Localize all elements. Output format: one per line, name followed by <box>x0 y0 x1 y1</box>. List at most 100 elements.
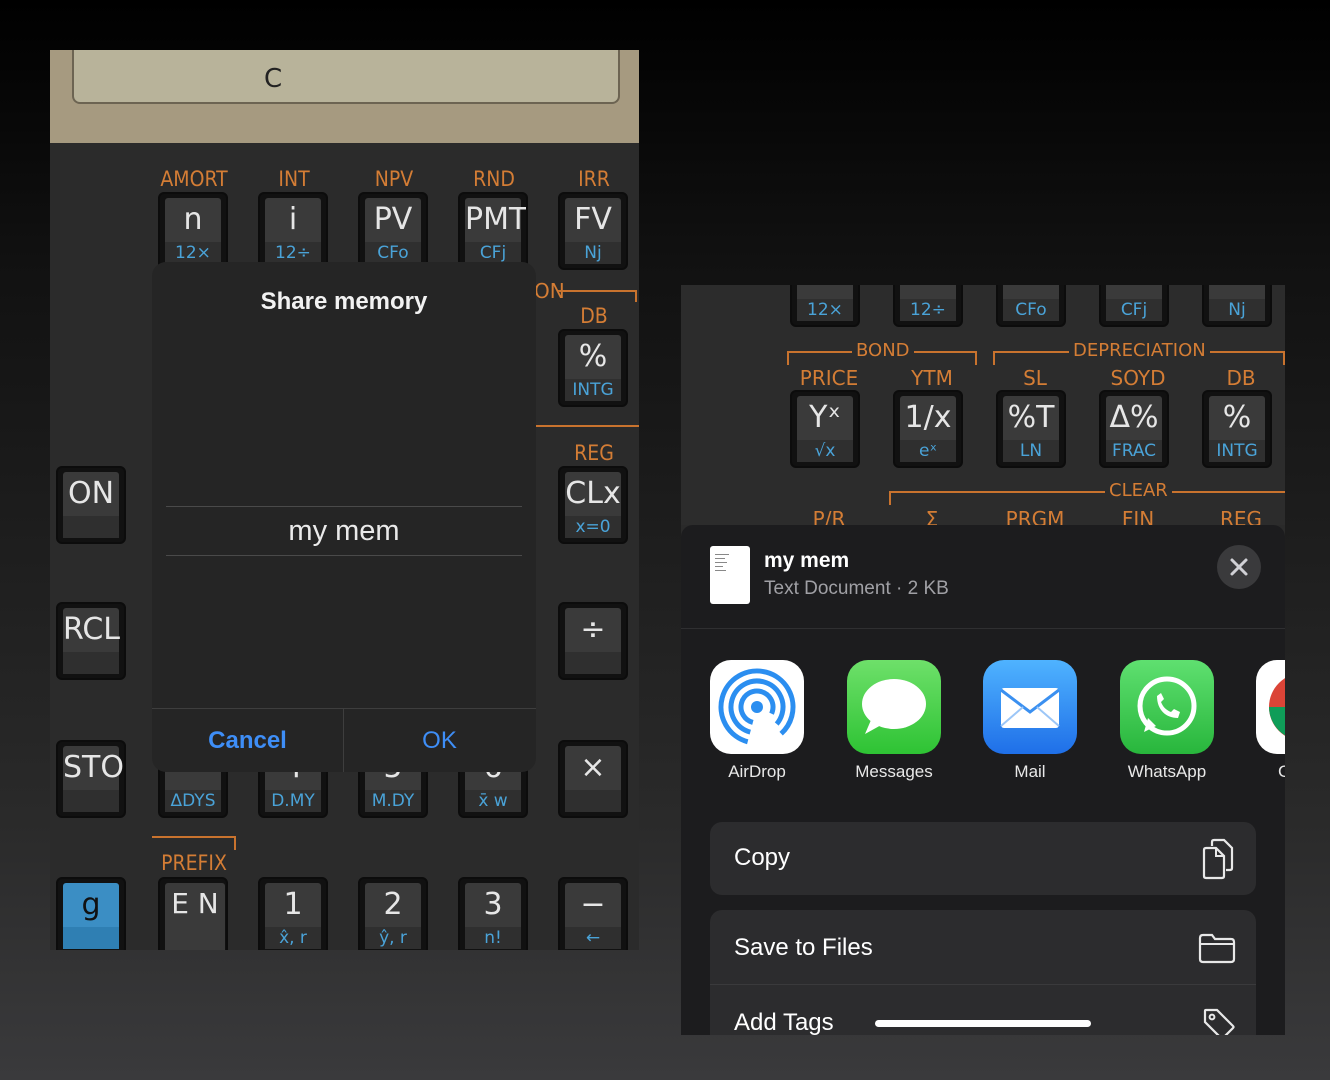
rkey-percent-total[interactable]: %T LN <box>996 390 1066 468</box>
key-n[interactable]: n 12× <box>158 192 228 270</box>
right-screen: 12× 12÷ CFo CFj Nj BOND DEPRECIATION PRI… <box>681 285 1285 1035</box>
key-pmt[interactable]: PMT CFj <box>458 192 528 270</box>
cancel-button[interactable]: Cancel <box>152 709 343 772</box>
key-on[interactable]: ON <box>56 466 126 544</box>
label-db: DB <box>1226 366 1256 390</box>
rkey-yx-sub: √x <box>797 440 853 462</box>
rkey-delta-percent[interactable]: Δ% FRAC <box>1099 390 1169 468</box>
app-airdrop[interactable]: AirDrop <box>710 660 804 782</box>
fn-label-amort: AMORT <box>160 167 228 191</box>
bracket-line-reg <box>536 425 639 427</box>
memory-name-field[interactable]: my mem <box>166 506 522 556</box>
key-minus[interactable]: − ← <box>558 877 628 950</box>
key-i-main: i <box>265 198 321 242</box>
key-clx-main: CLx <box>565 472 621 516</box>
key-1[interactable]: 1 x̂, r <box>258 877 328 950</box>
app-mail[interactable]: Mail <box>983 660 1077 782</box>
key-i[interactable]: i 12÷ <box>258 192 328 270</box>
app-chrome[interactable]: C <box>1256 660 1285 782</box>
document-meta: Text Document · 2 KB <box>764 578 949 599</box>
rkey-percent[interactable]: % INTG <box>1202 390 1272 468</box>
rkey-pv-main <box>1003 285 1059 299</box>
copy-action[interactable]: Copy <box>710 822 1256 895</box>
key-enter-sub: ΔDYS <box>165 790 221 812</box>
key-g-sub <box>63 927 119 949</box>
key-multiply-sub <box>565 790 621 812</box>
rkey-percent-total-main: %T <box>1003 396 1059 440</box>
rkey-i-main <box>900 285 956 299</box>
folder-icon <box>1198 933 1236 964</box>
rkey-n[interactable]: 12× <box>790 285 860 327</box>
fn-label-rnd: RND <box>473 167 515 191</box>
key-3-main: 3 <box>465 883 521 927</box>
key-divide-main: ÷ <box>565 608 621 652</box>
copy-icon <box>1202 838 1234 880</box>
bracket-clear <box>889 491 1285 505</box>
key-enter-tall-main: E N <box>165 883 225 950</box>
fn-label-int: INT <box>278 167 310 191</box>
key-rcl-main: RCL <box>63 608 120 652</box>
key-rcl[interactable]: RCL <box>56 602 126 680</box>
add-tags-action[interactable]: Add Tags <box>710 985 1256 1035</box>
rkey-fv[interactable]: Nj <box>1202 285 1272 327</box>
key-2-main: 2 <box>365 883 421 927</box>
key-minus-sub: ← <box>565 927 621 949</box>
home-indicator[interactable] <box>875 1020 1091 1027</box>
key-n-main: n <box>165 198 221 242</box>
key-sto[interactable]: STO <box>56 740 126 818</box>
rkey-i[interactable]: 12÷ <box>893 285 963 327</box>
key-fv[interactable]: FV Nj <box>558 192 628 270</box>
key-2[interactable]: 2 ŷ, r <box>358 877 428 950</box>
share-sheet: my mem Text Document · 2 KB AirDrop Mess… <box>681 525 1285 1035</box>
rkey-percent-total-sub: LN <box>1003 440 1059 462</box>
key-enter-tall[interactable]: E N <box>158 877 228 950</box>
bracket-line <box>558 290 637 302</box>
label-ytm: YTM <box>911 366 953 390</box>
group-label-depreciation: DEPRECIATION <box>1069 340 1210 361</box>
key-divide-sub <box>565 652 621 674</box>
app-label-mail: Mail <box>1014 762 1046 781</box>
app-label-messages: Messages <box>855 762 933 781</box>
key-divide[interactable]: ÷ <box>558 602 628 680</box>
sheet-separator <box>681 628 1285 629</box>
key-pv-main: PV <box>365 198 421 242</box>
key-6-sub: x̄ w <box>465 790 521 812</box>
key-g[interactable]: g <box>56 877 126 950</box>
group-label-bond: BOND <box>852 340 914 361</box>
key-clx[interactable]: CLx x=0 <box>558 466 628 544</box>
key-multiply[interactable]: × <box>558 740 628 818</box>
rkey-pmt[interactable]: CFj <box>1099 285 1169 327</box>
rkey-reciprocal[interactable]: 1/x eˣ <box>893 390 963 468</box>
app-messages[interactable]: Messages <box>847 660 941 782</box>
rkey-yx[interactable]: Yˣ √x <box>790 390 860 468</box>
key-3-sub: n! <box>465 927 521 949</box>
key-3[interactable]: 3 n! <box>458 877 528 950</box>
rkey-i-sub: 12÷ <box>900 299 956 321</box>
key-rcl-sub <box>63 652 119 674</box>
copy-label: Copy <box>734 844 791 871</box>
key-percent[interactable]: % INTG <box>558 329 628 407</box>
lcd-display: C <box>72 50 620 104</box>
rkey-fv-sub: Nj <box>1209 299 1265 321</box>
messages-icon <box>847 660 941 754</box>
close-button[interactable] <box>1217 545 1261 589</box>
key-4-sub: D.MY <box>265 790 321 812</box>
key-i-sub: 12÷ <box>265 242 321 264</box>
rkey-fv-main <box>1209 285 1265 299</box>
app-label-whatsapp: WhatsApp <box>1127 762 1207 781</box>
key-pv[interactable]: PV CFo <box>358 192 428 270</box>
rkey-pv-sub: CFo <box>1003 299 1059 321</box>
key-pv-sub: CFo <box>365 242 421 264</box>
fn-label-prefix: PREFIX <box>161 851 227 875</box>
rkey-n-sub: 12× <box>797 299 853 321</box>
ok-button[interactable]: OK <box>344 709 535 772</box>
app-whatsapp[interactable]: WhatsApp <box>1120 660 1214 782</box>
rkey-pv[interactable]: CFo <box>996 285 1066 327</box>
dialog-title: Share memory <box>260 288 428 315</box>
airdrop-icon <box>710 660 804 754</box>
rkey-yx-main: Yˣ <box>797 396 853 440</box>
fn-label-irr: IRR <box>578 167 610 191</box>
key-fv-main: FV <box>565 198 621 242</box>
share-memory-dialog: Share memory my mem Cancel OK <box>152 262 536 772</box>
save-to-files-action[interactable]: Save to Files <box>710 910 1256 985</box>
